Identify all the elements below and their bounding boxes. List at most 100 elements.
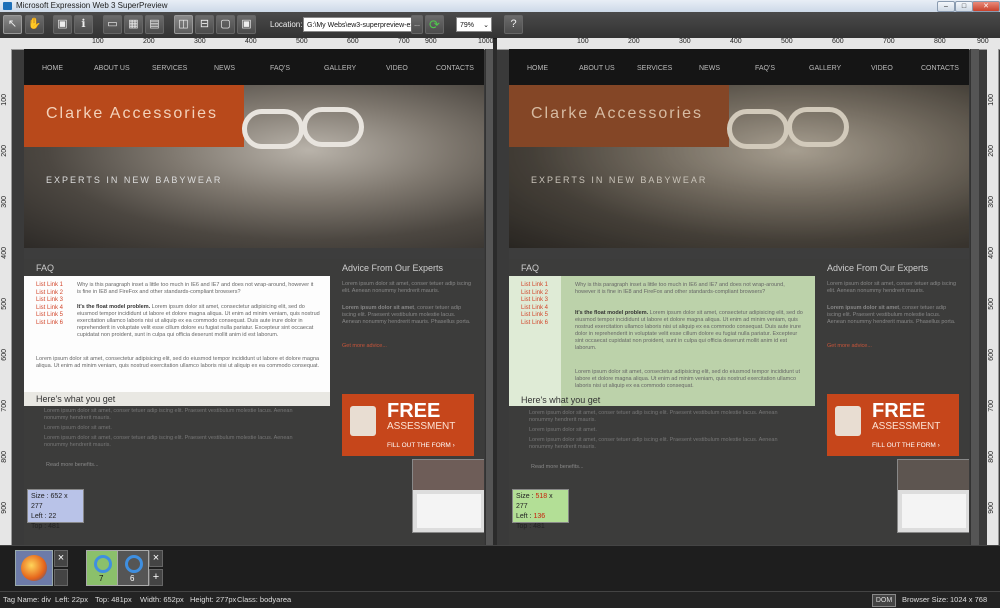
float-title: It's the float model problem. (575, 310, 649, 316)
baby-glasses-left (727, 109, 789, 149)
advice-p2: Lorem ipsum dolor sit amet, conser tetue… (342, 305, 472, 326)
page-icon: ▤ (149, 18, 160, 30)
get-more-advice-link[interactable]: Get more advice... (342, 343, 387, 349)
help-info-button[interactable]: ℹ (74, 15, 93, 34)
element-info-left: Size : 652 x 277 Left : 22 Top : 481 (27, 489, 84, 530)
nav-video[interactable]: VIDEO (386, 65, 408, 72)
document-icon (835, 406, 861, 436)
fill-form-link[interactable]: FILL OUT THE FORM › (387, 442, 455, 449)
nav-news[interactable]: NEWS (214, 65, 235, 72)
close-comparison-button[interactable]: × (149, 550, 163, 567)
firefox-browser-tile[interactable] (15, 550, 53, 586)
get-more-advice-link[interactable]: Get more advice... (827, 343, 872, 349)
list-link[interactable]: List Link 2 (36, 290, 63, 298)
list-link[interactable]: List Link 3 (521, 297, 548, 305)
nav-gallery[interactable]: GALLERY (809, 65, 841, 72)
top-bottom-button[interactable]: ⊟ (195, 15, 214, 34)
pan-button[interactable]: ✋ (25, 15, 44, 34)
free-assessment-banner[interactable]: FREE ASSESSMENT FILL OUT THE FORM › (827, 394, 959, 456)
grid-icon: ▦ (128, 18, 139, 30)
zoom-select[interactable]: 79% ⌄ (456, 17, 492, 32)
list-links: List Link 1 List Link 2 List Link 3 List… (521, 282, 548, 327)
nav-video[interactable]: VIDEO (871, 65, 893, 72)
list-link[interactable]: List Link 1 (521, 282, 548, 290)
dom-button[interactable]: DOM (872, 594, 896, 607)
browser-options-button[interactable] (54, 569, 68, 586)
minimize-button[interactable]: – (937, 1, 955, 12)
fill-form-link[interactable]: FILL OUT THE FORM › (872, 442, 940, 449)
list-link[interactable]: List Link 6 (36, 320, 63, 328)
nav-home[interactable]: HOME (42, 65, 63, 72)
list-link[interactable]: List Link 4 (521, 305, 548, 313)
nav-home[interactable]: HOME (527, 65, 548, 72)
page-layout-button[interactable]: ▤ (145, 15, 164, 34)
site-logo: Clarke Accessories (46, 105, 219, 122)
free-label: FREE (387, 400, 441, 422)
side-by-side-button[interactable]: ◫ (174, 15, 193, 34)
faq-intro: Why is this paragraph inset a little too… (77, 282, 314, 295)
vertical-ruler-right: 100 200 300 400 500 600 700 800 900 (987, 49, 999, 545)
advice-p2-bold: Lorem ipsum dolor sit amet (827, 305, 900, 311)
advice-title: Advice From Our Experts (827, 263, 929, 273)
bullet-1: Lorem ipsum dolor sit amet, conser tetue… (529, 410, 778, 423)
shield-help-button[interactable]: ? (504, 15, 523, 34)
nav-about[interactable]: ABOUT US (579, 65, 615, 72)
list-link[interactable]: List Link 6 (521, 320, 548, 328)
overlay-view-button[interactable]: ▣ (237, 15, 256, 34)
app-icon (3, 2, 12, 10)
baseline-pane: 100 200 300 400 500 600 700 900 1000 100 200 300 40… (0, 38, 493, 545)
list-link[interactable]: List Link 3 (36, 297, 63, 305)
left-scrollbar[interactable] (485, 49, 493, 545)
single-view-button[interactable]: ▢ (216, 15, 235, 34)
site-nav: HOME ABOUT US SERVICES NEWS FAQ'S GALLER… (24, 49, 484, 85)
read-more-link[interactable]: Read more benefits... (531, 464, 584, 471)
overlay-icon: ▭ (107, 18, 118, 30)
browser-size-value: 1024 x 768 (950, 595, 988, 604)
location-dropdown[interactable]: ... (411, 15, 423, 34)
overlay-layout-button[interactable]: ▭ (103, 15, 122, 34)
list-link[interactable]: List Link 5 (521, 312, 548, 320)
ie-icon (94, 555, 112, 573)
info-top: Top : 481 (516, 523, 545, 530)
read-more-link[interactable]: Read more benefits... (46, 462, 99, 469)
nav-faqs[interactable]: FAQ'S (755, 65, 775, 72)
status-top: Top: 481px (95, 595, 132, 604)
nav-gallery[interactable]: GALLERY (324, 65, 356, 72)
baseline-layout-button[interactable]: ▦ (124, 15, 143, 34)
status-width: Width: 652px (140, 595, 184, 604)
refresh-button[interactable]: ⟳ (425, 15, 444, 34)
ie6-version: 6 (130, 574, 135, 583)
page-render-right: HOME ABOUT US SERVICES NEWS FAQ'S GALLER… (509, 49, 969, 545)
info-icon: ℹ (81, 18, 86, 30)
close-button[interactable]: ✕ (972, 1, 1000, 12)
nav-faqs[interactable]: FAQ'S (270, 65, 290, 72)
advice-p1: Lorem ipsum dolor sit amet, conser tetue… (827, 281, 957, 294)
nav-news[interactable]: NEWS (699, 65, 720, 72)
page-thumbnail-left[interactable] (412, 459, 484, 533)
nav-about[interactable]: ABOUT US (94, 65, 130, 72)
maximize-button[interactable]: □ (955, 1, 973, 12)
page-thumbnail-right[interactable] (897, 459, 969, 533)
ie7-browser-tile[interactable]: 7 (86, 550, 118, 586)
right-scrollbar[interactable] (970, 49, 979, 545)
nav-services[interactable]: SERVICES (637, 65, 672, 72)
nav-contacts[interactable]: CONTACTS (436, 65, 474, 72)
list-link[interactable]: List Link 2 (521, 290, 548, 298)
list-link[interactable]: List Link 1 (36, 282, 63, 290)
dom-view-button[interactable]: ▣ (53, 15, 72, 34)
nav-services[interactable]: SERVICES (152, 65, 187, 72)
close-baseline-button[interactable]: × (54, 550, 68, 567)
baby-glasses-left (242, 109, 304, 149)
nav-contacts[interactable]: CONTACTS (921, 65, 959, 72)
status-left: Left: 22px (55, 595, 88, 604)
title-bar: Microsoft Expression Web 3 SuperPreview … (0, 0, 1000, 12)
location-field[interactable]: G:\My Webs\ew3-superpreview-exar (303, 17, 421, 32)
list-link[interactable]: List Link 5 (36, 312, 63, 320)
ie6-browser-tile[interactable]: 6 (117, 550, 149, 586)
float-title: It's the float model problem. (77, 304, 151, 310)
add-browser-button[interactable]: + (149, 569, 163, 586)
select-pointer-button[interactable]: ↖ (3, 15, 22, 34)
list-link[interactable]: List Link 4 (36, 305, 63, 313)
free-assessment-banner[interactable]: FREE ASSESSMENT FILL OUT THE FORM › (342, 394, 474, 456)
bullet-1: Lorem ipsum dolor sit amet, conser tetue… (44, 408, 293, 421)
